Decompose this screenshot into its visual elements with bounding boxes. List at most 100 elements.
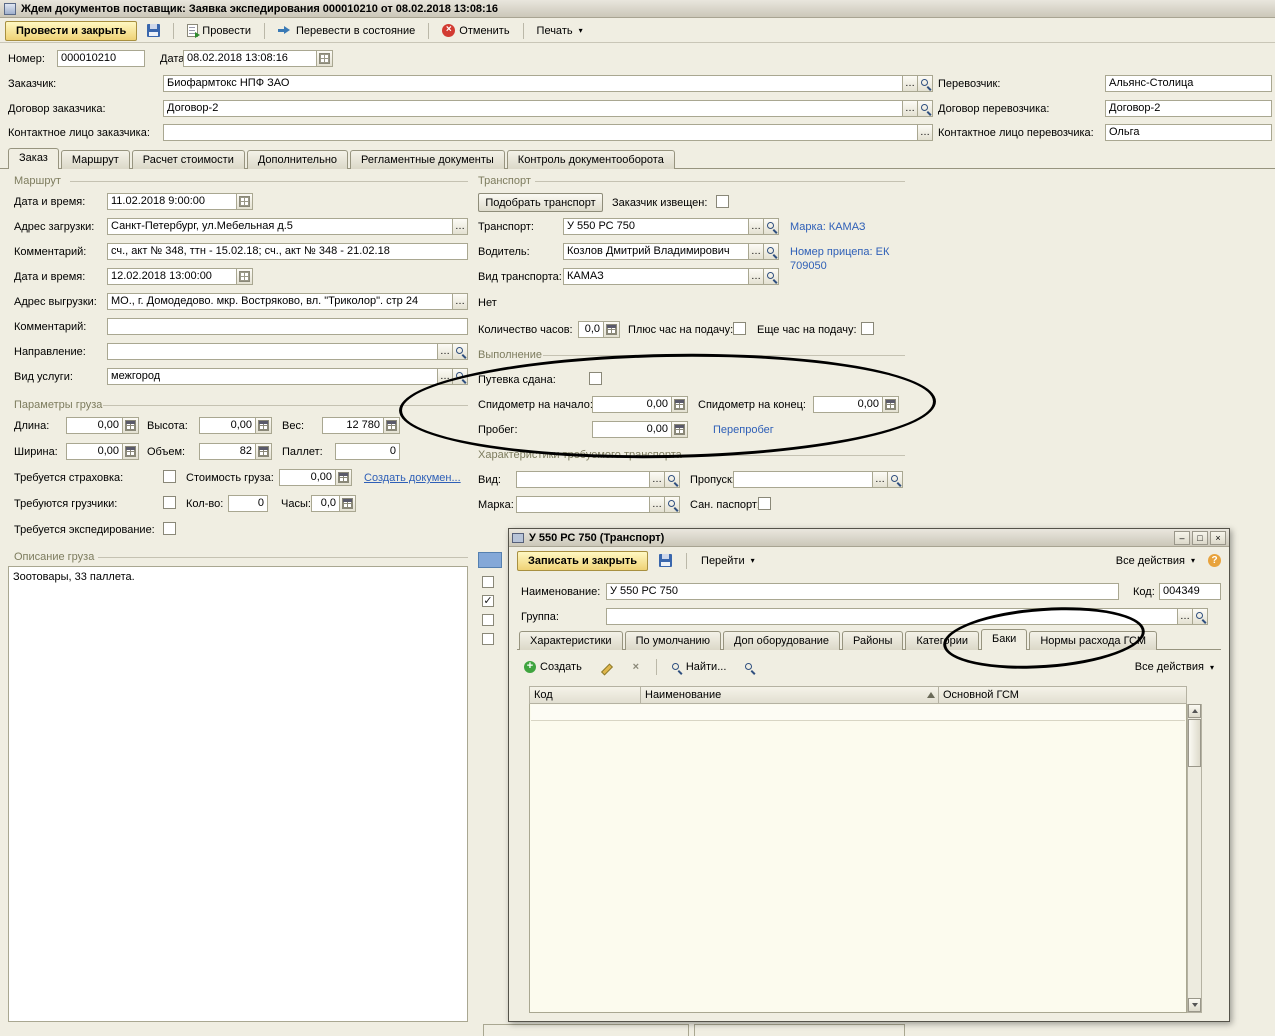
odometer-end-calc-button[interactable] [883,396,899,413]
hours-calc-button[interactable] [340,495,356,512]
print-menu-button[interactable]: Печать [530,21,590,41]
date-input[interactable]: 08.02.2018 13:08:16 [183,50,317,67]
req-brand-input[interactable] [516,496,650,513]
req-brand-lookup-button[interactable] [665,496,680,513]
mileage-calc-button[interactable] [672,421,688,438]
table-empty-row[interactable] [531,705,1185,721]
unload-address-ellipsis-button[interactable] [453,293,468,310]
vehicle-type-ellipsis-button[interactable] [749,268,764,285]
hours-count-calc-button[interactable] [604,321,620,338]
customer-ellipsis-button[interactable] [903,75,918,92]
overrun-link[interactable]: Перепробег [713,424,774,436]
selected-cell[interactable] [478,552,502,568]
odometer-end-input[interactable]: 0,00 [813,396,883,413]
dialog-all-actions-button[interactable]: Все действия [1109,551,1202,571]
insurance-checkbox[interactable] [163,470,176,483]
driver-input[interactable]: Козлов Дмитрий Владимирович [563,243,749,260]
san-passport-checkbox[interactable] [758,497,771,510]
edit-button[interactable] [593,657,619,677]
code-input[interactable]: 004349 [1159,583,1221,600]
tab-marshrut[interactable]: Маршрут [61,150,130,169]
customer-contact-ellipsis-button[interactable] [918,124,933,141]
vehicle-ellipsis-button[interactable] [749,218,764,235]
mileage-input[interactable]: 0,00 [592,421,672,438]
direction-ellipsis-button[interactable] [438,343,453,360]
req-kind-lookup-button[interactable] [665,471,680,488]
unload-comment-input[interactable] [107,318,468,335]
tab-kontrol-dokumentooborota[interactable]: Контроль документооборота [507,150,675,169]
save-and-close-button[interactable]: Записать и закрыть [517,551,648,571]
cargo-cost-input[interactable]: 0,00 [279,469,336,486]
pallets-input[interactable]: 0 [335,443,400,460]
group-input[interactable] [606,608,1178,625]
tab-normy-raskhoda-gsm[interactable]: Нормы расхода ГСМ [1029,631,1157,650]
goto-menu-button[interactable]: Перейти [694,551,762,571]
scroll-thumb[interactable] [1188,719,1201,767]
width-input[interactable]: 0,00 [66,443,123,460]
vehicle-type-input[interactable]: КАМАЗ [563,268,749,285]
req-kind-ellipsis-button[interactable] [650,471,665,488]
number-input[interactable]: 000010210 [57,50,145,67]
list-all-actions-button[interactable]: Все действия [1128,657,1221,677]
driver-ellipsis-button[interactable] [749,243,764,260]
odometer-start-input[interactable]: 0,00 [592,396,672,413]
close-button[interactable] [1210,531,1226,545]
column-header-main-fuel[interactable]: Основной ГСМ [939,686,1187,704]
dialog-save-button[interactable] [652,551,679,571]
post-and-close-button[interactable]: Провести и закрыть [5,21,137,41]
create-button[interactable]: Создать [517,657,589,677]
forwarding-checkbox[interactable] [163,522,176,535]
direction-lookup-button[interactable] [453,343,468,360]
load-address-input[interactable]: Санкт-Петербург, ул.Мебельная д.5 [107,218,453,235]
clear-search-button[interactable] [737,657,762,677]
help-icon[interactable] [1208,554,1221,567]
tab-dop-oborudovanie[interactable]: Доп оборудование [723,631,840,650]
weight-calc-button[interactable] [384,417,400,434]
row-select-checkbox[interactable] [482,595,494,607]
cancel-button[interactable]: Отменить [435,21,516,41]
length-input[interactable]: 0,00 [66,417,123,434]
customer-notified-checkbox[interactable] [716,195,729,208]
column-header-name[interactable]: Наименование [641,686,939,704]
waybill-checkbox[interactable] [589,372,602,385]
hours-count-input[interactable]: 0,0 [578,321,604,338]
tab-po-umolchaniyu[interactable]: По умолчанию [625,631,721,650]
load-datetime-calendar-button[interactable] [237,193,253,210]
length-calc-button[interactable] [123,417,139,434]
req-pass-lookup-button[interactable] [888,471,903,488]
loaders-checkbox[interactable] [163,496,176,509]
maximize-button[interactable] [1192,531,1208,545]
cargo-cost-calc-button[interactable] [336,469,352,486]
hours-input[interactable]: 0,0 [311,495,340,512]
odometer-start-calc-button[interactable] [672,396,688,413]
tab-kharakteristiki[interactable]: Характеристики [519,631,623,650]
qty-input[interactable]: 0 [228,495,268,512]
scroll-down-arrow[interactable] [1188,998,1201,1012]
height-input[interactable]: 0,00 [199,417,256,434]
carrier-contact-input[interactable]: Ольга [1105,124,1272,141]
service-type-lookup-button[interactable] [453,368,468,385]
customer-contact-input[interactable] [163,124,918,141]
vehicle-lookup-button[interactable] [764,218,779,235]
req-pass-input[interactable] [733,471,873,488]
load-datetime-input[interactable]: 11.02.2018 9:00:00 [107,193,237,210]
tab-rayony[interactable]: Районы [842,631,903,650]
customer-lookup-button[interactable] [918,75,933,92]
customer-input[interactable]: Биофармтокс НПФ ЗАО [163,75,903,92]
load-address-ellipsis-button[interactable] [453,218,468,235]
service-type-ellipsis-button[interactable] [438,368,453,385]
row-select-checkbox[interactable] [482,614,494,626]
set-state-button[interactable]: Перевести в состояние [271,21,422,41]
direction-input[interactable] [107,343,438,360]
tab-baki[interactable]: Баки [981,629,1027,650]
delete-button[interactable] [623,657,649,677]
date-calendar-button[interactable] [317,50,333,67]
req-brand-ellipsis-button[interactable] [650,496,665,513]
scroll-up-arrow[interactable] [1188,704,1201,718]
minimize-button[interactable] [1174,531,1190,545]
volume-input[interactable]: 82 [199,443,256,460]
req-kind-input[interactable] [516,471,650,488]
customer-contract-lookup-button[interactable] [918,100,933,117]
group-ellipsis-button[interactable] [1178,608,1193,625]
unload-datetime-calendar-button[interactable] [237,268,253,285]
